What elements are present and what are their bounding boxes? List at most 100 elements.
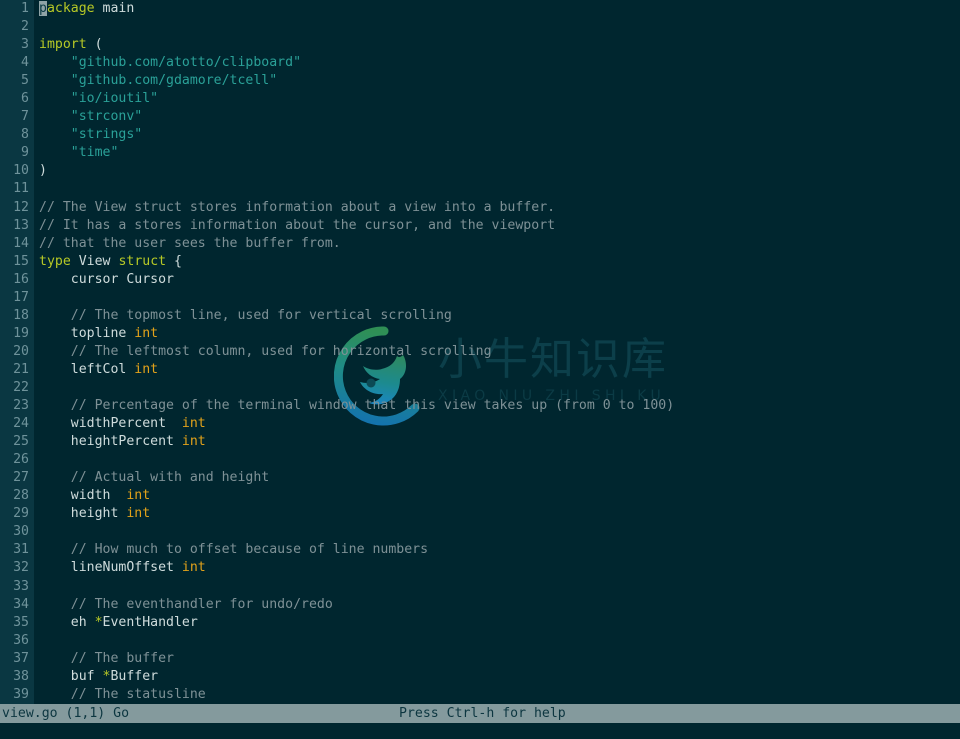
code-token: ( <box>94 37 103 53</box>
line-content[interactable]: heightPercent int <box>34 433 960 451</box>
code-line[interactable]: 35 eh *EventHandler <box>0 614 960 632</box>
line-content[interactable]: topline int <box>34 325 960 343</box>
line-content[interactable] <box>34 379 960 397</box>
line-content[interactable] <box>34 578 960 596</box>
code-line[interactable]: 27 // Actual with and height <box>0 469 960 487</box>
code-token: import <box>39 37 87 53</box>
code-line[interactable]: 8 "strings" <box>0 126 960 144</box>
code-line[interactable]: 37 // The buffer <box>0 650 960 668</box>
line-content[interactable]: // that the user sees the buffer from. <box>34 235 960 253</box>
code-line[interactable]: 26 <box>0 451 960 469</box>
line-content[interactable] <box>34 289 960 307</box>
line-number: 35 <box>13 614 29 630</box>
line-number: 19 <box>13 325 29 341</box>
code-lines[interactable]: 1 package main 2 3 import (4 "github.com/ato… <box>0 0 960 704</box>
line-content[interactable]: // How much to offset because of line nu… <box>34 541 960 559</box>
line-content[interactable]: import ( <box>34 36 960 54</box>
code-line[interactable]: 19 topline int <box>0 325 960 343</box>
code-line[interactable]: 14 // that the user sees the buffer from. <box>0 235 960 253</box>
code-line[interactable]: 3 import ( <box>0 36 960 54</box>
code-line[interactable]: 22 <box>0 379 960 397</box>
line-number: 25 <box>13 434 29 450</box>
code-line[interactable]: 38 buf *Buffer <box>0 668 960 686</box>
line-content[interactable]: package main <box>34 0 960 18</box>
line-number: 29 <box>13 506 29 522</box>
line-content[interactable]: "strconv" <box>34 108 960 126</box>
line-number: 5 <box>21 73 29 89</box>
line-content[interactable]: width int <box>34 487 960 505</box>
line-content[interactable]: "github.com/gdamore/tcell" <box>34 72 960 90</box>
line-content[interactable]: type View struct { <box>34 253 960 271</box>
code-token: struct <box>118 253 167 269</box>
line-content[interactable]: // The View struct stores information ab… <box>34 199 960 217</box>
code-token: // It has a stores information about the… <box>39 217 556 233</box>
code-line[interactable]: 12 // The View struct stores information … <box>0 199 960 217</box>
line-content[interactable] <box>34 180 960 198</box>
line-content[interactable]: // The topmost line, used for vertical s… <box>34 307 960 325</box>
code-line[interactable]: 39 // The statusline <box>0 686 960 704</box>
code-line[interactable]: 6 "io/ioutil" <box>0 90 960 108</box>
code-line[interactable]: 30 <box>0 523 960 541</box>
code-line[interactable]: 4 "github.com/atotto/clipboard" <box>0 54 960 72</box>
code-line[interactable]: 2 <box>0 18 960 36</box>
code-line[interactable]: 16 cursor Cursor <box>0 271 960 289</box>
line-content[interactable]: // The leftmost column, used for horizon… <box>34 343 960 361</box>
line-number: 34 <box>13 596 29 612</box>
code-line[interactable]: 7 "strconv" <box>0 108 960 126</box>
line-content[interactable]: "io/ioutil" <box>34 90 960 108</box>
line-number: 16 <box>13 271 29 287</box>
line-content[interactable] <box>34 18 960 36</box>
line-content[interactable]: // The statusline <box>34 686 960 704</box>
line-content[interactable]: lineNumOffset int <box>34 559 960 577</box>
line-content[interactable]: "github.com/atotto/clipboard" <box>34 54 960 72</box>
line-content[interactable] <box>34 632 960 650</box>
text-cursor: p <box>39 1 47 16</box>
code-line[interactable]: 20 // The leftmost column, used for hori… <box>0 343 960 361</box>
code-line[interactable]: 29 height int <box>0 505 960 523</box>
code-token: ackage <box>46 1 95 16</box>
code-line[interactable]: 11 <box>0 180 960 198</box>
line-content[interactable] <box>34 451 960 469</box>
line-content[interactable]: "strings" <box>34 126 960 144</box>
line-content[interactable]: // Percentage of the terminal window tha… <box>34 397 960 415</box>
line-content[interactable]: widthPercent int <box>34 415 960 433</box>
code-line[interactable]: 34 // The eventhandler for undo/redo <box>0 596 960 614</box>
code-line[interactable]: 31 // How much to offset because of line… <box>0 541 960 559</box>
code-token: heightPercent <box>39 434 182 450</box>
code-editor-area[interactable]: 1 package main 2 3 import (4 "github.com/ato… <box>0 0 960 704</box>
code-line[interactable]: 25 heightPercent int <box>0 433 960 451</box>
line-content[interactable]: buf *Buffer <box>34 668 960 686</box>
line-content[interactable]: // The eventhandler for undo/redo <box>34 596 960 614</box>
line-content[interactable]: // It has a stores information about the… <box>34 217 960 235</box>
line-content[interactable] <box>34 523 960 541</box>
line-content[interactable]: // Actual with and height <box>34 469 960 487</box>
code-line[interactable]: 9 "time" <box>0 144 960 162</box>
line-number: 11 <box>13 181 29 197</box>
code-token: lineNumOffset <box>39 560 182 576</box>
line-content[interactable]: leftCol int <box>34 361 960 379</box>
code-line[interactable]: 13 // It has a stores information about t… <box>0 217 960 235</box>
code-line[interactable]: 28 width int <box>0 487 960 505</box>
code-line[interactable]: 23 // Percentage of the terminal window … <box>0 397 960 415</box>
line-content[interactable]: "time" <box>34 144 960 162</box>
code-line[interactable]: 36 <box>0 632 960 650</box>
code-line[interactable]: 10) <box>0 162 960 180</box>
code-line[interactable]: 32 lineNumOffset int <box>0 559 960 577</box>
code-line[interactable]: 21 leftCol int <box>0 361 960 379</box>
code-token: int <box>126 506 151 522</box>
line-content[interactable]: // The buffer <box>34 650 960 668</box>
code-line[interactable]: 15 type View struct { <box>0 253 960 271</box>
code-line[interactable]: 18 // The topmost line, used for vertica… <box>0 307 960 325</box>
status-file-info: view.go (1,1) Go <box>2 706 130 721</box>
line-content[interactable]: ) <box>34 162 960 180</box>
line-content[interactable]: height int <box>34 505 960 523</box>
line-content[interactable]: eh *EventHandler <box>34 614 960 632</box>
code-token: int <box>126 488 151 504</box>
code-line[interactable]: 24 widthPercent int <box>0 415 960 433</box>
code-line[interactable]: 33 <box>0 578 960 596</box>
line-content[interactable]: cursor Cursor <box>34 271 960 289</box>
code-line[interactable]: 17 <box>0 289 960 307</box>
code-line[interactable]: 5 "github.com/gdamore/tcell" <box>0 72 960 90</box>
code-line[interactable]: 1 package main <box>0 0 960 18</box>
